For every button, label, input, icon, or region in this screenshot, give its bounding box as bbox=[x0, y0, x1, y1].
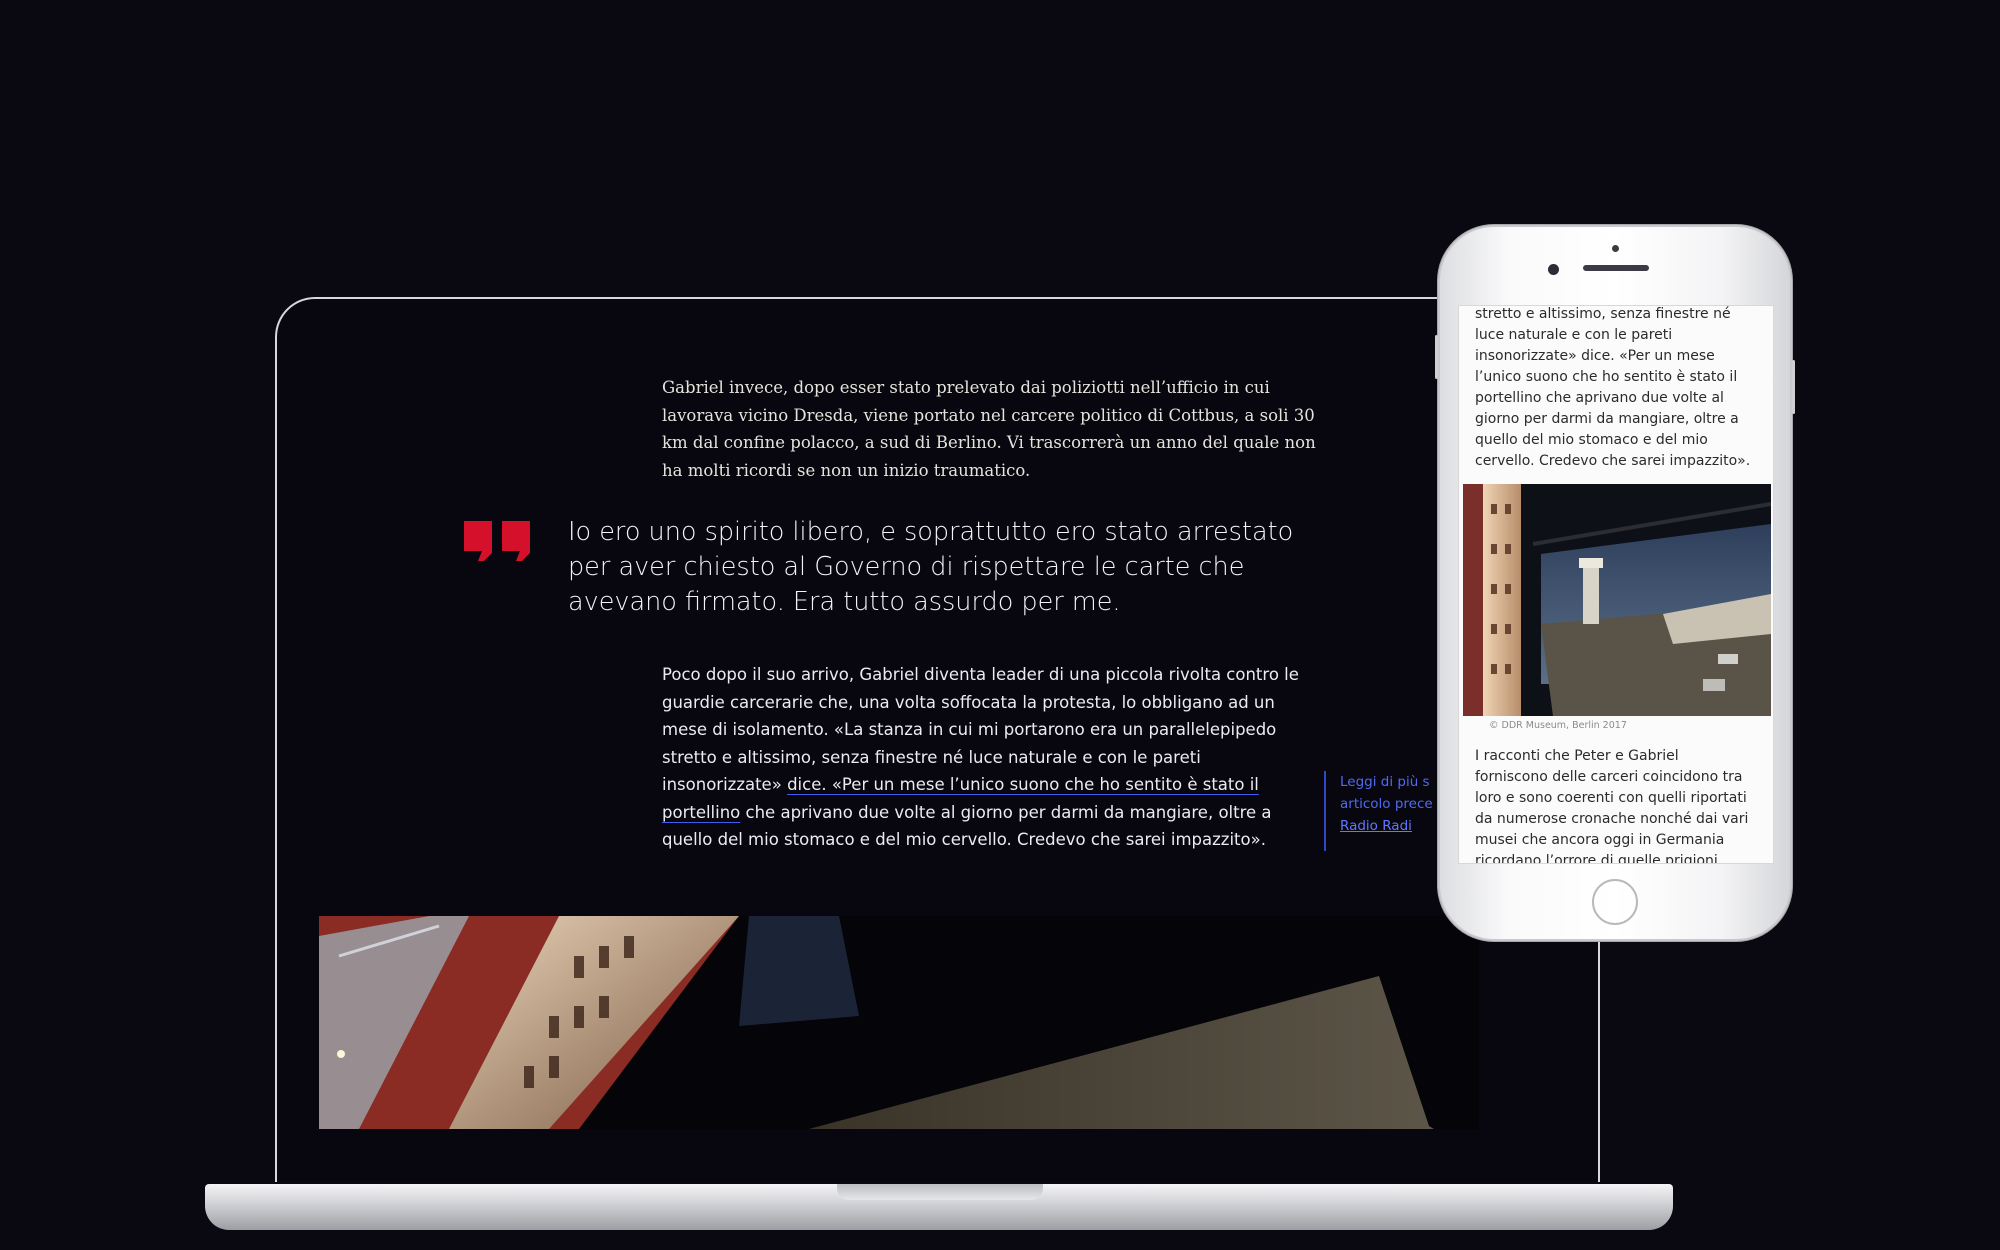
phone-power-button bbox=[1792, 360, 1795, 414]
earpiece-speaker bbox=[1583, 265, 1649, 271]
pull-quote: Io ero uno spirito libero, e soprattutto… bbox=[568, 517, 1294, 617]
laptop-frame: Gabriel invece, dopo esser stato preleva… bbox=[275, 297, 1600, 1182]
prison-corridor-photo bbox=[319, 916, 1479, 1129]
sidenote-link[interactable]: Radio Radi bbox=[1340, 818, 1412, 834]
body-text-end: che aprivano due volte al giorno per dar… bbox=[662, 802, 1272, 850]
front-camera-icon bbox=[1548, 264, 1559, 275]
laptop-screen: Gabriel invece, dopo esser stato preleva… bbox=[277, 299, 1598, 1182]
sidenote-text: Leggi di più s articolo prece di bbox=[1340, 774, 1450, 812]
quote-mark-icon bbox=[464, 521, 530, 561]
article-serif-paragraph: Gabriel invece, dopo esser stato preleva… bbox=[662, 378, 1316, 480]
article-body-paragraph: Poco dopo il suo arrivo, Gabriel diventa… bbox=[662, 661, 1312, 854]
laptop-base bbox=[205, 1184, 1673, 1230]
phone-top-paragraph: stretto e altissimo, senza finestre né l… bbox=[1475, 306, 1751, 469]
phone-volume-button bbox=[1435, 335, 1438, 379]
phone-bottom-paragraph: I racconti che Peter e Gabriel forniscon… bbox=[1475, 748, 1749, 864]
photo-caption: © DDR Museum, Berlin 2017 bbox=[1489, 720, 1627, 731]
laptop-opening-notch bbox=[837, 1184, 1043, 1200]
phone-screen: stretto e altissimo, senza finestre né l… bbox=[1458, 305, 1774, 864]
phone-frame: stretto e altissimo, senza finestre né l… bbox=[1435, 225, 1795, 941]
home-button[interactable] bbox=[1592, 879, 1638, 925]
museum-model-photo bbox=[1463, 484, 1771, 716]
sensor-icon bbox=[1612, 245, 1619, 252]
